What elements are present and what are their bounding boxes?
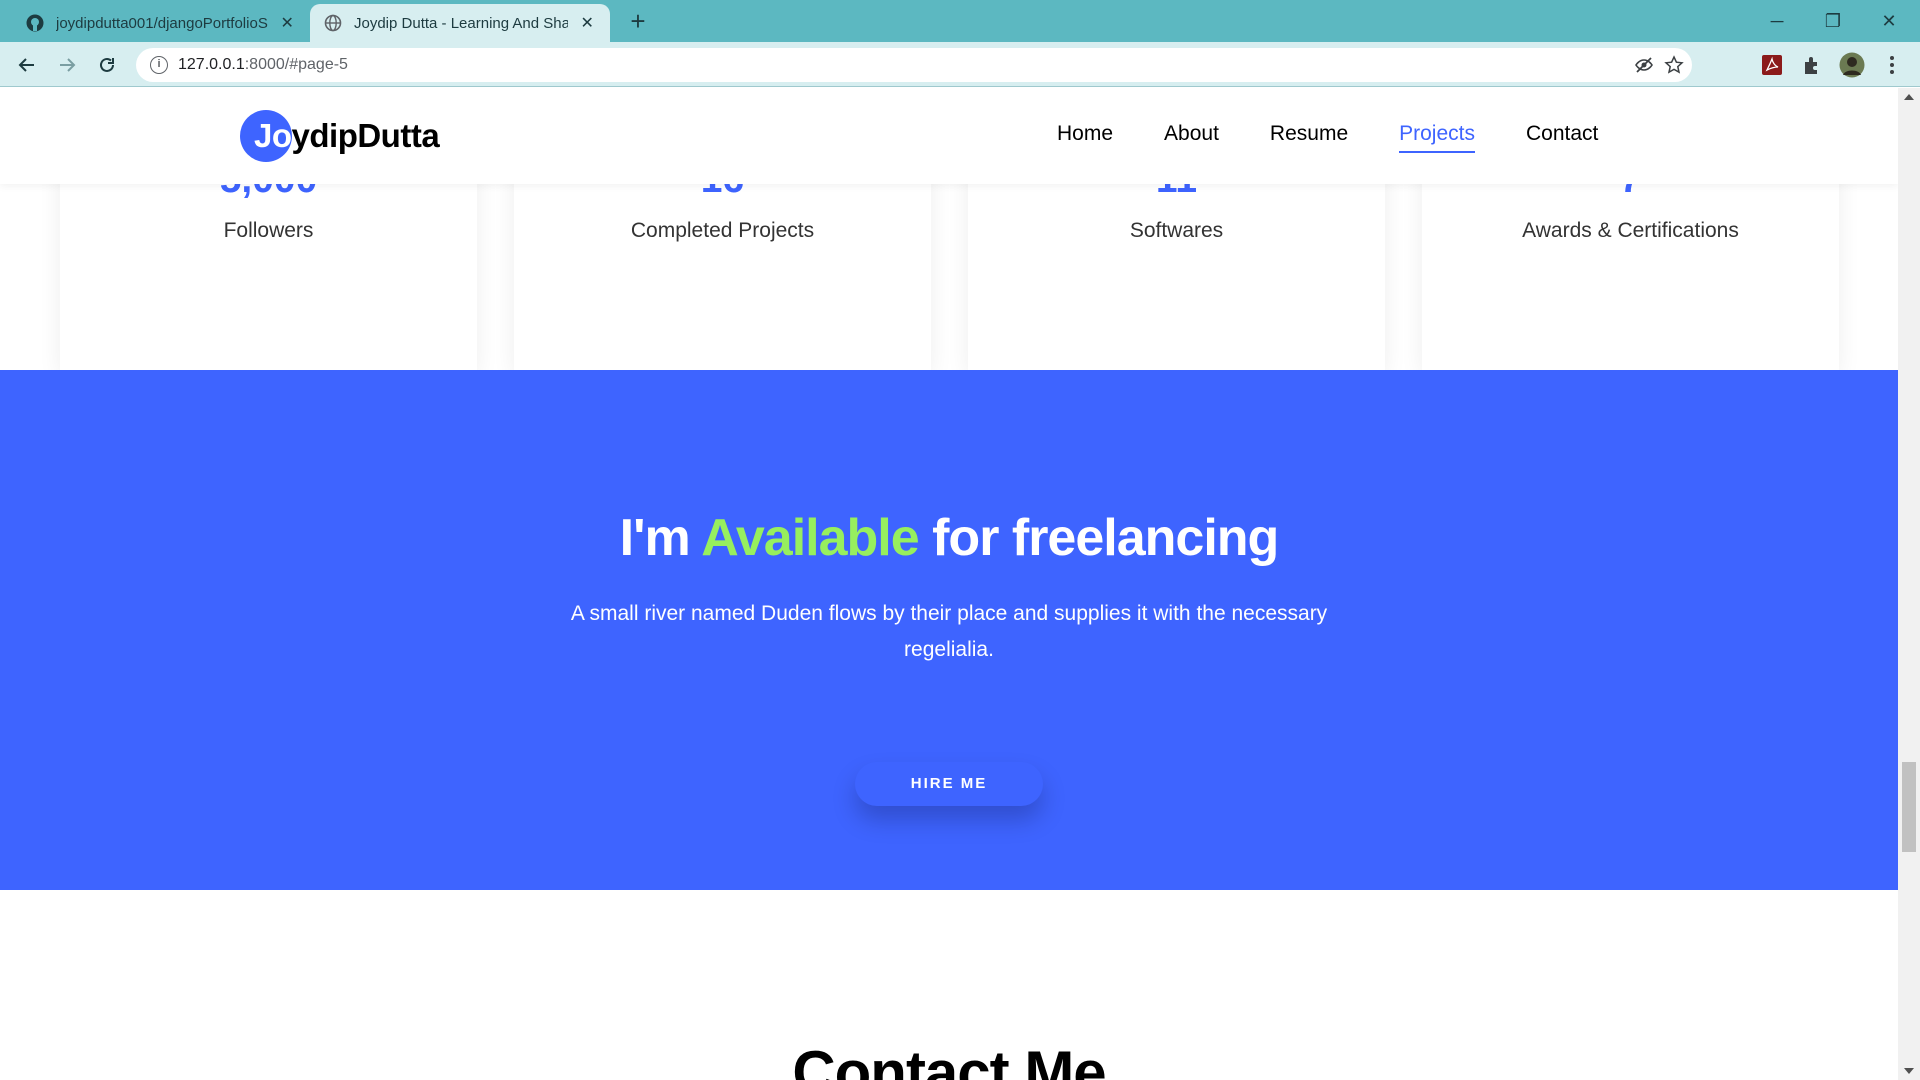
nav-projects[interactable]: Projects: [1399, 122, 1475, 153]
nav-resume[interactable]: Resume: [1270, 122, 1348, 146]
address-bar[interactable]: i 127.0.0.1:8000/#page-5: [136, 48, 1692, 82]
hire-title-pre: I'm: [619, 509, 702, 567]
forward-button[interactable]: [52, 50, 82, 80]
restore-button[interactable]: ❐: [1810, 6, 1856, 36]
stat-label: Awards & Certifications: [1522, 219, 1739, 242]
back-button[interactable]: [12, 50, 42, 80]
logo-text: JoydipDutta: [240, 117, 440, 155]
tab-portfolio[interactable]: Joydip Dutta - Learning And Shar ✕: [310, 4, 610, 42]
main-nav: Home About Resume Projects Contact: [1057, 122, 1649, 153]
site-header: JoydipDutta Home About Resume Projects C…: [0, 88, 1898, 184]
browser-toolbar: i 127.0.0.1:8000/#page-5: [0, 42, 1920, 87]
nav-about[interactable]: About: [1164, 122, 1219, 146]
reload-button[interactable]: [92, 50, 122, 80]
globe-icon: [324, 14, 342, 32]
nav-contact[interactable]: Contact: [1526, 122, 1598, 146]
browser-menu-icon[interactable]: [1879, 52, 1905, 78]
eye-off-icon[interactable]: [1634, 55, 1654, 75]
minimize-button[interactable]: ─: [1754, 6, 1800, 36]
url-text: 127.0.0.1:8000/#page-5: [178, 56, 348, 74]
reload-icon: [100, 57, 114, 72]
tab-title: Joydip Dutta - Learning And Shar: [354, 14, 569, 32]
bookmark-star-icon[interactable]: [1664, 55, 1684, 75]
extensions-puzzle-icon[interactable]: [1799, 52, 1825, 78]
hire-section: I'm Available for freelancing A small ri…: [0, 370, 1898, 890]
hire-title-accent: Available: [701, 509, 919, 567]
pdf-extension-icon[interactable]: [1759, 52, 1785, 78]
close-tab-icon[interactable]: ✕: [578, 13, 596, 33]
tab-github[interactable]: joydipdutta001/djangoPortfolioS ✕: [12, 4, 310, 42]
hire-subtitle: A small river named Duden flows by their…: [570, 602, 1328, 661]
tab-title: joydipdutta001/djangoPortfolioS: [56, 14, 268, 32]
hire-title-post: for freelancing: [918, 509, 1279, 567]
url-host: 127.0.0.1: [178, 56, 245, 73]
site-info-icon[interactable]: i: [150, 56, 168, 74]
browser-tab-strip: joydipdutta001/djangoPortfolioS ✕ Joydip…: [0, 0, 1920, 42]
nav-home[interactable]: Home: [1057, 122, 1113, 146]
arrow-left-icon: [18, 58, 34, 72]
new-tab-button[interactable]: +: [624, 8, 652, 36]
stat-label: Completed Projects: [630, 219, 815, 242]
page-scrollbar[interactable]: [1898, 88, 1920, 1080]
logo-rest: ydipDutta: [291, 117, 440, 154]
hire-me-button[interactable]: HIRE ME: [855, 762, 1043, 806]
url-path: :8000/#page-5: [244, 56, 348, 73]
close-window-button[interactable]: ✕: [1866, 6, 1912, 36]
scroll-up-icon[interactable]: [1904, 94, 1914, 100]
site-logo[interactable]: JoydipDutta: [240, 110, 440, 162]
arrow-right-icon: [60, 58, 76, 72]
close-tab-icon[interactable]: ✕: [278, 13, 296, 33]
github-icon: [26, 14, 44, 32]
stat-label: Followers: [223, 219, 314, 242]
stat-label: Softwares: [1129, 219, 1224, 242]
profile-avatar[interactable]: [1839, 52, 1865, 78]
contact-section-title: Contact Me: [792, 1039, 1106, 1080]
hire-title: I'm Available for freelancing: [0, 508, 1898, 568]
page-viewport: JoydipDutta Home About Resume Projects C…: [0, 88, 1898, 1080]
scrollbar-thumb[interactable]: [1902, 762, 1916, 852]
logo-prefix: Jo: [254, 117, 292, 154]
scroll-down-icon[interactable]: [1904, 1068, 1914, 1074]
